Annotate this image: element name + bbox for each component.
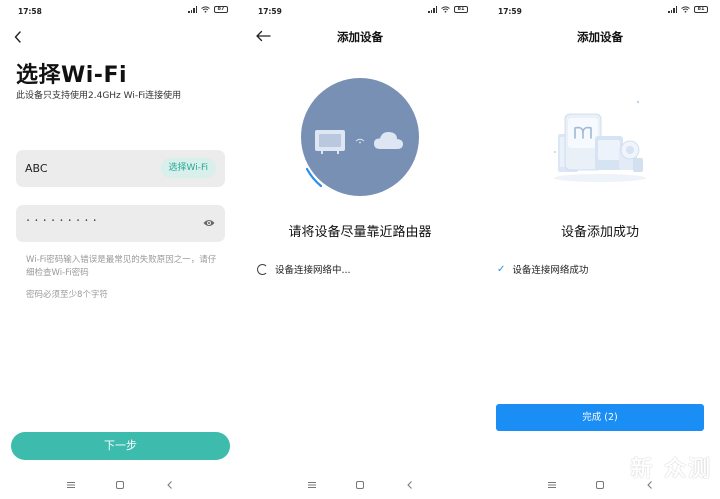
screen-select-wifi: 17:58 87 选择Wi-Fi 此设备只支持使用2.4GHz Wi-Fi连接使… <box>0 0 240 499</box>
done-button[interactable]: 完成 (2) <box>496 404 704 431</box>
wifi-icon <box>201 6 210 13</box>
wifi-icon <box>441 6 450 13</box>
next-button[interactable]: 下一步 <box>11 432 230 460</box>
system-nav-bar <box>0 472 240 499</box>
home-icon[interactable] <box>114 480 126 490</box>
signal-icon <box>668 6 677 13</box>
connection-status: 设备连接网络中... <box>257 262 351 276</box>
eye-icon[interactable] <box>203 218 215 228</box>
result-text: 设备添加成功 <box>560 225 639 240</box>
wifi-ssid-value: ABC <box>25 162 48 175</box>
status-time: 17:59 <box>258 7 282 16</box>
battery-icon: 87 <box>214 6 228 13</box>
status-bar: 17:58 87 <box>0 0 240 22</box>
password-length-hint: 密码必须至少8个字符 <box>26 290 108 300</box>
wifi-icon <box>681 6 690 13</box>
instruction-text: 请将设备尽量靠近路由器 <box>288 225 432 240</box>
page-title: 添加设备 <box>577 30 623 44</box>
watermark: 新 众测 <box>626 455 712 485</box>
battery-icon: 81 <box>454 6 468 13</box>
battery-icon: 81 <box>694 6 708 13</box>
status-bar: 17:59 81 <box>480 0 720 22</box>
watermark-text: 新 众测 <box>630 457 712 482</box>
page-title: 添加设备 <box>337 30 383 44</box>
home-icon[interactable] <box>354 480 366 490</box>
home-icon[interactable] <box>594 480 606 490</box>
wifi-password-field[interactable]: ········· <box>16 205 225 242</box>
smart-devices-illustration <box>554 100 646 182</box>
connection-status-text: 设备连接网络成功 <box>512 265 589 276</box>
status-time: 17:58 <box>18 7 42 16</box>
choose-wifi-button[interactable]: 选择Wi-Fi <box>160 158 216 178</box>
connection-status-text: 设备连接网络中... <box>275 265 351 276</box>
wifi-ssid-field[interactable]: ABC 选择Wi-Fi <box>16 150 225 187</box>
page-subtitle: 此设备只支持使用2.4GHz Wi-Fi连接使用 <box>16 91 182 101</box>
page-title: 选择Wi-Fi <box>16 63 128 88</box>
status-time: 17:59 <box>498 7 522 16</box>
menu-icon[interactable] <box>546 480 558 490</box>
connection-status: ✓ 设备连接网络成功 <box>497 262 589 277</box>
signal-icon <box>428 6 437 13</box>
device-to-router-icon <box>315 130 403 154</box>
back-arrow-icon[interactable] <box>14 30 30 44</box>
menu-icon[interactable] <box>306 480 318 490</box>
signal-icon <box>188 6 197 13</box>
menu-icon[interactable] <box>65 480 77 490</box>
connection-illustration <box>301 78 419 196</box>
back-nav-icon[interactable] <box>164 480 176 490</box>
status-bar: 17:59 81 <box>240 0 480 22</box>
screen-adding-device: 17:59 81 添加设备 请将设备尽量靠近路由器 设备连接网络中... <box>240 0 480 499</box>
password-masked-value: ········· <box>26 214 101 229</box>
screen-device-added: 17:59 81 添加设备 设备添加成功 ✓ 设备连接网络成功 完成 (2) 新… <box>480 0 720 499</box>
system-nav-bar <box>240 472 480 499</box>
password-error-hint: Wi-Fi密码输入错误是最常见的失败原因之一，请仔细检查Wi-Fi密码 <box>26 255 217 278</box>
spinner-icon <box>257 263 268 275</box>
check-icon: ✓ <box>497 263 506 275</box>
back-nav-icon[interactable] <box>404 480 416 490</box>
